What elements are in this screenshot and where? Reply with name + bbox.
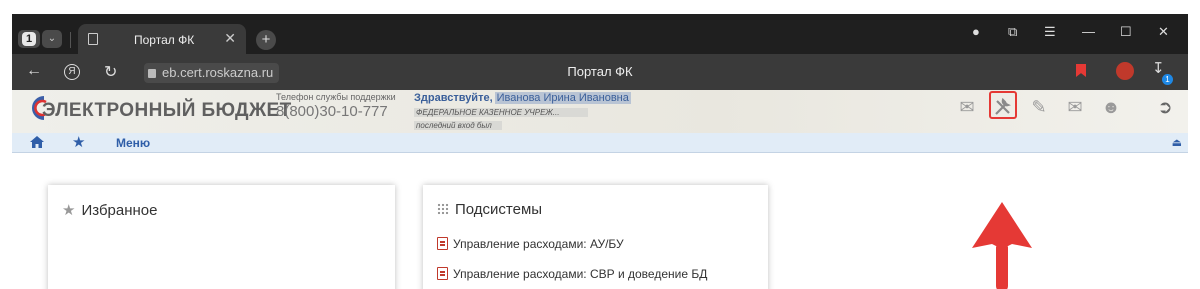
browser-window: 1 ⌄ Портал ФК ✕ + ● ⧉ ☰ — ☐ ✕ ← Я ↻ eb.c… [12,14,1188,289]
alert-mail-icon[interactable]: ✉ [1064,96,1086,118]
window-close-icon[interactable]: ✕ [1158,24,1169,40]
document-icon [437,267,448,280]
minimize-icon[interactable]: — [1082,24,1095,39]
organization-name: ФЕДЕРАЛЬНОЕ КАЗЕННОЕ УЧРЕЖ... [414,108,588,117]
subsystems-title-text: Подсистемы [455,201,543,218]
annotation-arrow [972,202,1032,289]
menu-icon[interactable]: ☰ [1044,24,1056,40]
tab-strip: 1 ⌄ Портал ФК ✕ + ● ⧉ ☰ — ☐ ✕ [12,14,1188,54]
subsystem-item-label: Управление расходами: СВР и доведение БД [453,267,708,281]
subsystem-item[interactable]: Управление расходами: АУ/БУ [437,237,624,251]
last-login: последний вход был [414,121,502,130]
user-name[interactable]: Иванова Ирина Ивановна [494,92,631,104]
greeting: Здравствуйте, Иванова Ирина Ивановна [414,92,631,104]
browser-tab[interactable]: Портал ФК ✕ [78,24,246,54]
tools-highlight-box [989,91,1017,119]
site-header: ЭЛЕКТРОННЫЙ БЮДЖЕТ Телефон службы поддер… [12,90,1188,133]
collapse-icon[interactable]: ⏏ [1172,136,1182,149]
download-icon[interactable]: ↧ [1152,59,1165,77]
star-icon: ★ [62,202,76,219]
nav-strip: ★ Меню ⏏ [12,133,1188,153]
favorites-star-icon[interactable]: ★ [72,133,85,151]
favorites-title: ★ Избранное [62,201,157,219]
divider [70,32,71,48]
greeting-text: Здравствуйте, [414,92,493,104]
collections-icon[interactable]: ⧉ [1008,24,1017,40]
grid-icon [437,203,449,215]
document-icon [437,237,448,250]
document-icon [88,33,98,45]
home-icon[interactable] [30,136,44,148]
subsystems-panel: Подсистемы Управление расходами: АУ/БУ У… [423,185,768,289]
chevron-down-icon[interactable]: ⌄ [42,30,62,48]
maximize-icon[interactable]: ☐ [1120,24,1132,40]
messages-settings-icon[interactable]: ✉ [956,96,978,118]
address-bar: ← Я ↻ eb.cert.roskazna.ru Портал ФК ↧ 1 [12,54,1188,90]
menu-link[interactable]: Меню [116,136,150,150]
page-content: ЭЛЕКТРОННЫЙ БЮДЖЕТ Телефон службы поддер… [12,90,1188,289]
support-phone: 8(800)30-10-777 [276,103,388,120]
subsystem-item-label: Управление расходами: АУ/БУ [453,237,624,251]
logout-icon[interactable]: ➲ [1154,96,1176,118]
subsystems-title: Подсистемы [437,201,542,218]
favorites-title-text: Избранное [81,202,158,219]
support-label: Телефон службы поддержки [276,92,396,102]
profile-icon[interactable]: ● [972,24,980,39]
subsystem-item[interactable]: Управление расходами: СВР и доведение БД [437,267,707,281]
close-icon[interactable]: ✕ [224,30,236,47]
tab-counter-button[interactable]: 1 [18,30,40,48]
logo-text: ЭЛЕКТРОННЫЙ БЮДЖЕТ [42,100,292,121]
favorites-panel: ★ Избранное [48,185,395,289]
edit-icon[interactable]: ✎ [1028,96,1050,118]
page-title: Портал ФК [567,64,633,79]
new-tab-button[interactable]: + [256,30,276,50]
user-icon[interactable]: ☻ [1100,96,1122,118]
tab-count: 1 [22,32,36,46]
extension-icon[interactable] [1116,62,1134,80]
download-count-badge: 1 [1162,74,1173,85]
tab-title: Портал ФК [134,33,195,47]
